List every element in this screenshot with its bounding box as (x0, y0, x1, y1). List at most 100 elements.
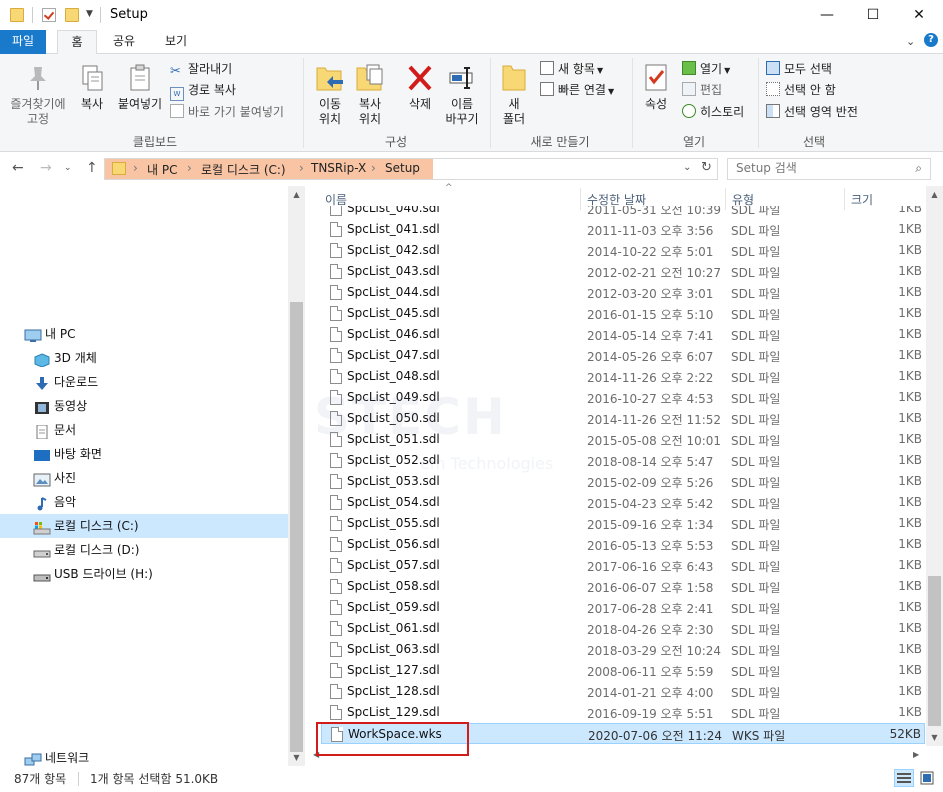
new-item-button[interactable]: 새 항목 ▼ (540, 60, 603, 78)
scroll-up-icon[interactable]: ▲ (926, 186, 943, 203)
file-type: SDL 파일 (731, 287, 781, 301)
copy-button[interactable]: 복사 (72, 64, 112, 112)
nav-item[interactable]: USB 드라이브 (H:) (0, 562, 288, 586)
file-row[interactable]: SpcList_045.sdl 2016-01-15 오후 5:10 SDL 파일 1… (321, 303, 925, 324)
easy-access-button[interactable]: 빠른 연결 ▼ (540, 81, 614, 99)
rename-button[interactable]: 이름 바꾸기 (440, 62, 484, 127)
file-icon (330, 600, 342, 615)
nav-scrollbar[interactable]: ▲ ▼ (288, 186, 305, 766)
file-row[interactable]: SpcList_061.sdl 2018-04-26 오후 2:30 SDL 파일 1… (321, 618, 925, 639)
nav-item[interactable]: 내 PC (0, 322, 288, 346)
history-button[interactable]: 히스토리 (682, 103, 744, 121)
properties-quick-icon[interactable] (42, 8, 56, 22)
file-row[interactable]: SpcList_053.sdl 2015-02-09 오후 5:26 SDL 파일 1… (321, 471, 925, 492)
copy-label: 복사 (80, 97, 104, 111)
nav-item[interactable]: 3D 개체 (0, 346, 288, 370)
pin-to-quick-access-button[interactable]: 즐겨찾기에 고정 (6, 64, 70, 127)
minimize-button[interactable]: — (804, 0, 850, 30)
file-row[interactable]: SpcList_040.sdl 2011-05-31 오전 10:39 SDL 파일… (321, 206, 925, 219)
scroll-down-icon[interactable]: ▼ (926, 729, 943, 746)
file-row[interactable]: SpcList_043.sdl 2012-02-21 오전 10:27 SDL 파일… (321, 261, 925, 282)
file-row[interactable]: SpcList_052.sdl 2018-08-14 오후 5:47 SDL 파일 1… (321, 450, 925, 471)
file-row[interactable]: SpcList_059.sdl 2017-06-28 오후 2:41 SDL 파일 1… (321, 597, 925, 618)
breadcrumb-this-pc[interactable]: 내 PC (147, 161, 177, 178)
up-arrow-icon[interactable]: ↑ (86, 160, 98, 176)
large-icons-view-icon[interactable] (917, 769, 937, 787)
cut-button[interactable]: ✂ 잘라내기 (170, 60, 232, 79)
address-dropdown-chevron-icon[interactable]: ⌄ (683, 162, 691, 173)
file-row[interactable]: SpcList_042.sdl 2014-10-22 오후 5:01 SDL 파일 1… (321, 240, 925, 261)
file-row[interactable]: SpcList_055.sdl 2015-09-16 오후 1:34 SDL 파일 1… (321, 513, 925, 534)
delete-button[interactable]: 삭제 (402, 62, 438, 112)
nav-item[interactable]: 문서 (0, 418, 288, 442)
scrollbar-thumb[interactable] (290, 302, 303, 752)
paste-shortcut-button[interactable]: 바로 가기 붙여넣기 (170, 103, 284, 121)
new-folder-quick-icon[interactable] (65, 8, 79, 22)
copy-path-button[interactable]: W 경로 복사 (170, 81, 236, 101)
search-box[interactable]: ⌕ (727, 158, 931, 180)
properties-button[interactable]: 속성 (638, 62, 674, 112)
file-row[interactable]: SpcList_046.sdl 2014-05-14 오후 7:41 SDL 파일 1… (321, 324, 925, 345)
new-folder-button[interactable]: 새 폴더 (496, 62, 532, 127)
file-row[interactable]: SpcList_057.sdl 2017-06-16 오후 6:43 SDL 파일 1… (321, 555, 925, 576)
paste-button[interactable]: 붙여넣기 (114, 64, 166, 112)
edit-button[interactable]: 편집 (682, 81, 722, 99)
file-row[interactable]: SpcList_044.sdl 2012-03-20 오후 3:01 SDL 파일 1… (321, 282, 925, 303)
back-arrow-icon[interactable]: ← (12, 160, 24, 176)
breadcrumb-local-disk-c[interactable]: 로컬 디스크 (C:) (201, 161, 286, 178)
refresh-icon[interactable]: ↻ (701, 160, 712, 175)
nav-item[interactable]: 로컬 디스크 (C:) (0, 514, 288, 538)
new-item-label: 새 항목 (558, 62, 595, 76)
recent-locations-chevron-icon[interactable]: ⌄ (64, 163, 72, 173)
file-row[interactable]: SpcList_127.sdl 2008-06-11 오후 5:59 SDL 파일 1… (321, 660, 925, 681)
file-type: SDL 파일 (731, 224, 781, 238)
file-type: SDL 파일 (731, 686, 781, 700)
tab-file[interactable]: 파일 (0, 30, 46, 54)
nav-item[interactable]: 동영상 (0, 394, 288, 418)
nav-item-label: 로컬 디스크 (D:) (54, 543, 140, 557)
close-button[interactable]: ✕ (896, 0, 942, 30)
quick-access-dropdown-icon[interactable]: ▼ (86, 9, 93, 19)
select-none-button[interactable]: 선택 안 함 (766, 81, 836, 99)
help-icon[interactable]: ? (924, 33, 938, 47)
file-row[interactable]: SpcList_058.sdl 2016-06-07 오후 1:58 SDL 파일 1… (321, 576, 925, 597)
maximize-button[interactable]: ☐ (850, 0, 896, 30)
move-to-button[interactable]: 이동 위치 (310, 62, 350, 127)
tab-home[interactable]: 홈 (57, 30, 97, 55)
file-row[interactable]: SpcList_054.sdl 2015-04-23 오후 5:42 SDL 파일 1… (321, 492, 925, 513)
file-row[interactable]: SpcList_063.sdl 2018-03-29 오전 10:24 SDL 파일… (321, 639, 925, 660)
file-row[interactable]: SpcList_047.sdl 2014-05-26 오후 6:07 SDL 파일 1… (321, 345, 925, 366)
scroll-up-icon[interactable]: ▲ (288, 186, 305, 203)
search-icon[interactable]: ⌕ (915, 161, 922, 176)
nav-item[interactable]: 바탕 화면 (0, 442, 288, 466)
search-input[interactable] (736, 161, 896, 175)
file-row[interactable]: SpcList_056.sdl 2016-05-13 오후 5:53 SDL 파일 1… (321, 534, 925, 555)
nav-item[interactable]: 음악 (0, 490, 288, 514)
scrollbar-thumb[interactable] (928, 576, 941, 726)
ribbon-expand-icon[interactable]: ⌄ (906, 35, 915, 48)
file-size: 1KB (898, 327, 922, 341)
breadcrumb-tnsrip-x[interactable]: TNSRip-X (311, 161, 366, 175)
copy-to-button[interactable]: 복사 위치 (350, 62, 390, 127)
file-row[interactable]: SpcList_129.sdl 2016-09-19 오후 5:51 SDL 파일 1… (321, 702, 925, 723)
file-row[interactable]: SpcList_128.sdl 2014-01-21 오후 4:00 SDL 파일 1… (321, 681, 925, 702)
breadcrumb-setup[interactable]: Setup (385, 161, 420, 175)
file-row[interactable]: SpcList_041.sdl 2011-11-03 오후 3:56 SDL 파일 1… (321, 219, 925, 240)
nav-item[interactable]: 로컬 디스크 (D:) (0, 538, 288, 562)
file-row[interactable]: SpcList_048.sdl 2014-11-26 오후 2:22 SDL 파일 1… (321, 366, 925, 387)
nav-item[interactable]: 다운로드 (0, 370, 288, 394)
tab-share[interactable]: 공유 (104, 30, 144, 54)
address-bar[interactable]: › 내 PC › 로컬 디스크 (C:) › TNSRip-X › Setup … (104, 158, 718, 180)
select-all-button[interactable]: 모두 선택 (766, 60, 832, 78)
tab-view[interactable]: 보기 (156, 30, 196, 54)
scroll-right-icon[interactable]: ▶ (913, 750, 919, 759)
invert-selection-button[interactable]: 선택 영역 반전 (766, 103, 858, 121)
open-button[interactable]: 열기 ▼ (682, 60, 730, 78)
nav-item[interactable]: 사진 (0, 466, 288, 490)
details-view-icon[interactable] (894, 769, 914, 787)
file-type: SDL 파일 (731, 476, 781, 490)
forward-arrow-icon[interactable]: → (40, 160, 52, 176)
file-list-scrollbar[interactable]: ▲ ▼ (926, 186, 943, 746)
paste-shortcut-icon (170, 104, 184, 118)
scroll-down-icon[interactable]: ▼ (288, 749, 305, 766)
